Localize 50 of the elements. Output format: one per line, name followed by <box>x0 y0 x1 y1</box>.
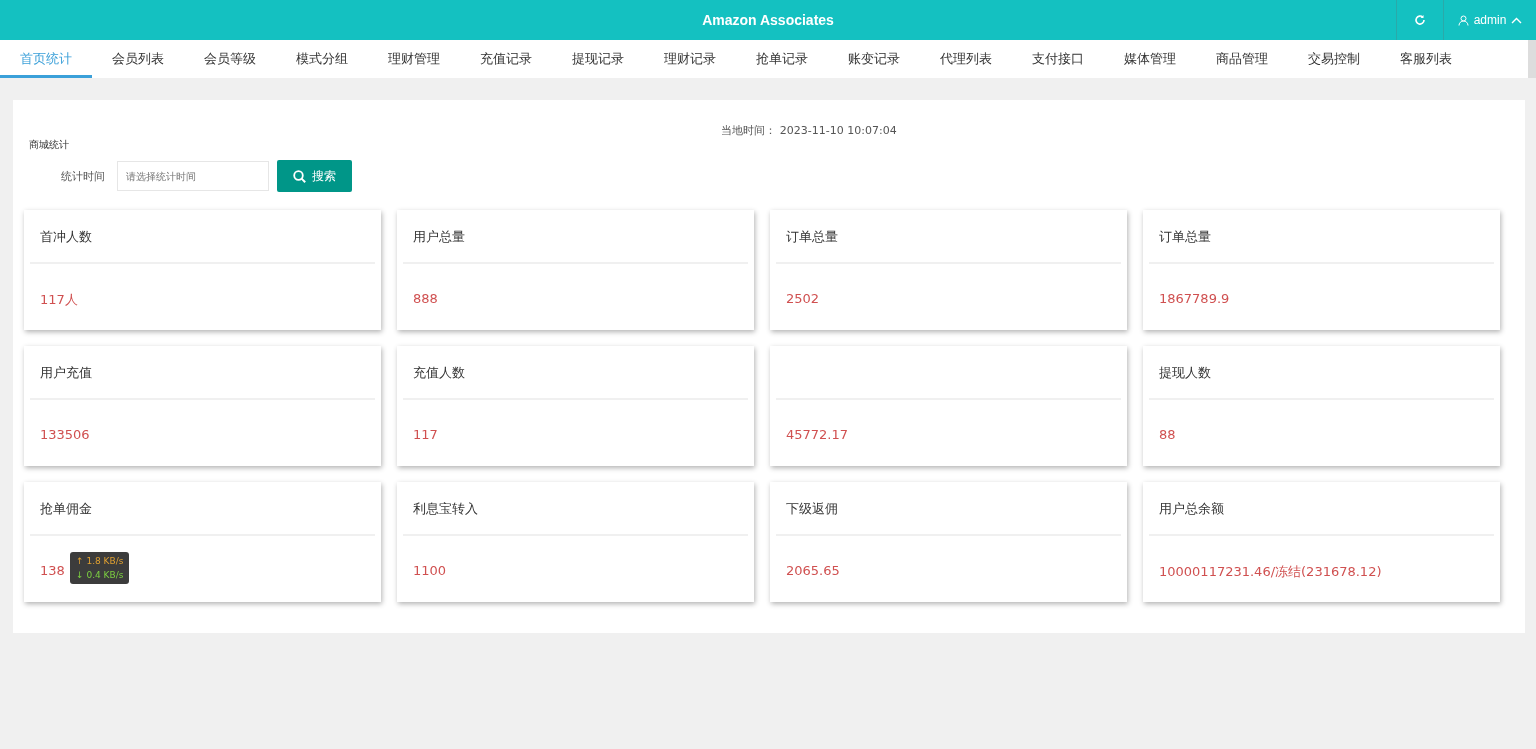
field-label: 统计时间 <box>60 168 105 184</box>
stat-title: 用户充值 <box>40 364 92 382</box>
nav-tab[interactable]: 理财记录 <box>644 40 736 78</box>
date-input-field[interactable]: 请选择统计时间 <box>117 161 269 191</box>
search-icon <box>293 169 306 183</box>
stat-title: 抢单佣金 <box>40 500 92 518</box>
caret-icon <box>1511 16 1523 24</box>
stat-value: 138 <box>40 563 65 578</box>
stat-title: 订单总量 <box>786 228 838 246</box>
stat-value: 888 <box>413 291 438 306</box>
stat-title: 下级返佣 <box>786 500 838 518</box>
nav-tab[interactable]: 模式分组 <box>276 40 368 78</box>
search-button[interactable]: 搜索 <box>277 160 352 192</box>
stat-value: 117 <box>413 427 438 442</box>
stat-title: 充值人数 <box>413 364 465 382</box>
nav-tab[interactable]: 账变记录 <box>828 40 920 78</box>
nav-tab[interactable]: 充值记录 <box>460 40 552 78</box>
stat-value: 1867789.9 <box>1159 291 1230 306</box>
nav-tab[interactable]: 理财管理 <box>368 40 460 78</box>
download-speed: ↓ 0.4 KB/s <box>76 569 124 582</box>
stat-value: 1100 <box>413 563 447 578</box>
user-icon <box>1457 14 1469 26</box>
nav-tab[interactable]: 媒体管理 <box>1104 40 1196 78</box>
stat-value: 133506 <box>40 427 90 442</box>
stat-title: 订单总量 <box>1159 228 1211 246</box>
stat-value: 88 <box>1159 427 1176 442</box>
local-time: 当地时间： 2023-11-10 10:07:04 <box>721 124 897 137</box>
nav-tab[interactable]: 会员等级 <box>184 40 276 78</box>
stat-value: 2065.65 <box>786 563 840 578</box>
stat-value: 2502 <box>786 291 820 306</box>
nav-tab[interactable]: 商品管理 <box>1196 40 1288 78</box>
app-title: Amazon Associates <box>702 12 834 28</box>
stat-value: 45772.17 <box>786 427 849 442</box>
nav-tab[interactable]: 交易控制 <box>1288 40 1380 78</box>
nav-tab[interactable]: 会员列表 <box>92 40 184 78</box>
stat-title: 提现人数 <box>1159 364 1211 382</box>
nav-tab[interactable]: 客服列表 <box>1380 40 1472 78</box>
nav-tab[interactable]: 提现记录 <box>552 40 644 78</box>
stat-title: 首冲人数 <box>40 228 92 246</box>
nav-tab[interactable]: 代理列表 <box>920 40 1012 78</box>
stat-value: 10000117231.46/冻结(231678.12) <box>1159 564 1382 579</box>
stat-value: 117人 <box>40 292 78 307</box>
section-title: 商城统计 <box>28 138 70 152</box>
stat-title: 用户总量 <box>413 228 465 246</box>
stat-title: 用户总余额 <box>1159 500 1224 518</box>
upload-speed: ↑ 1.8 KB/s <box>76 555 124 568</box>
refresh-icon <box>1414 14 1426 26</box>
stat-title: 利息宝转入 <box>413 500 478 518</box>
nav-tab[interactable]: 支付接口 <box>1012 40 1104 78</box>
nav-tab[interactable]: 抢单记录 <box>736 40 828 78</box>
